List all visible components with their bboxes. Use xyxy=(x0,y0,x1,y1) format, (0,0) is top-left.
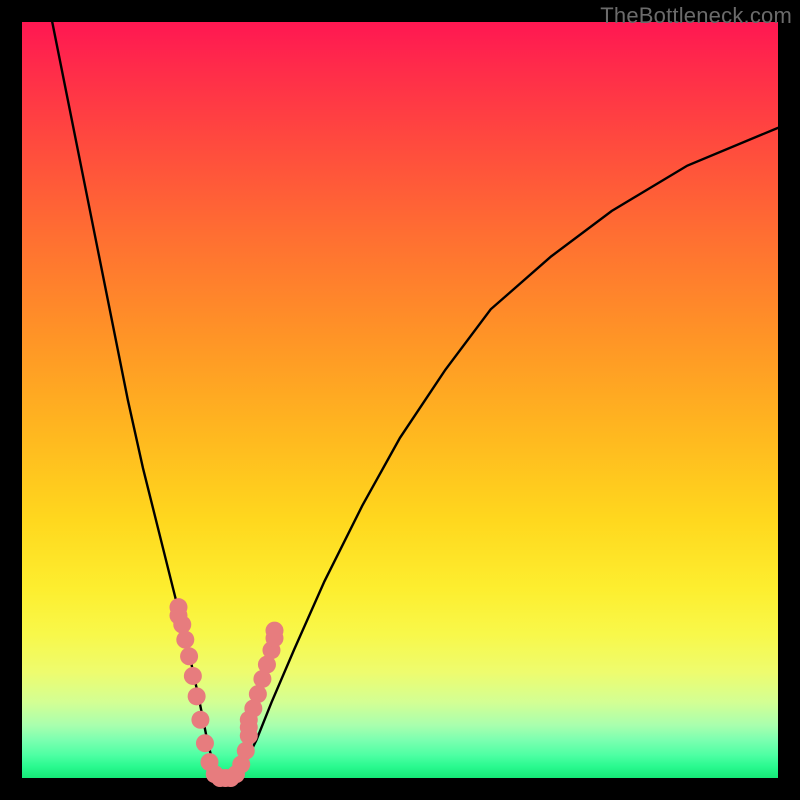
marker-dot xyxy=(191,711,209,729)
plot-area xyxy=(22,22,778,778)
outer-frame: TheBottleneck.com xyxy=(0,0,800,800)
marker-dot xyxy=(237,742,255,760)
curve-layer xyxy=(52,22,778,778)
marker-dot xyxy=(266,622,284,640)
marker-dot xyxy=(180,647,198,665)
watermark-text: TheBottleneck.com xyxy=(600,3,792,29)
marker-dot xyxy=(184,667,202,685)
marker-dot xyxy=(188,687,206,705)
chart-svg xyxy=(22,22,778,778)
bottleneck-curve xyxy=(52,22,778,778)
marker-dot xyxy=(176,631,194,649)
highlight-markers xyxy=(169,598,283,787)
marker-dot xyxy=(173,616,191,634)
marker-dot xyxy=(196,734,214,752)
